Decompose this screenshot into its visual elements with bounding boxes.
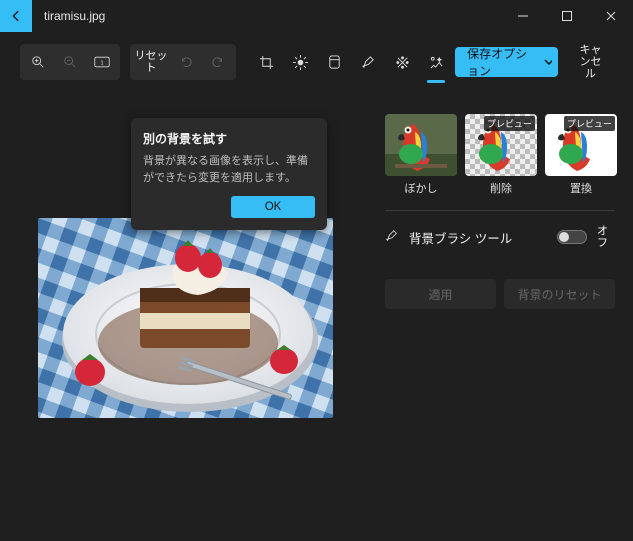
- close-button[interactable]: [589, 0, 633, 32]
- bg-option-blur-label: ぼかし: [405, 180, 438, 196]
- image-preview: [38, 218, 333, 418]
- save-options-label: 保存オプション: [467, 45, 538, 79]
- popup-ok-button[interactable]: OK: [231, 196, 315, 218]
- panel-actions: 適用 背景のリセット: [385, 279, 615, 309]
- back-button[interactable]: [0, 0, 32, 32]
- background-panel: ぼかし プレビュー: [371, 100, 629, 537]
- markup-tool[interactable]: [353, 47, 383, 77]
- fit-button[interactable]: 1: [86, 46, 118, 78]
- info-popup: 別の背景を試す 背景が異なる画像を表示し、準備ができたら変更を適用します。 OK: [131, 118, 327, 230]
- zoom-out-button[interactable]: [54, 46, 86, 78]
- undo-button[interactable]: [170, 46, 202, 78]
- preview-badge: プレビュー: [564, 116, 615, 131]
- file-title: tiramisu.jpg: [44, 9, 105, 23]
- bg-option-replace[interactable]: プレビュー: [545, 114, 617, 176]
- bg-option-remove-label: 削除: [490, 180, 512, 196]
- save-options-button[interactable]: 保存オプション: [455, 47, 558, 77]
- crop-tool[interactable]: [251, 47, 281, 77]
- maximize-button[interactable]: [545, 0, 589, 32]
- apply-button[interactable]: 適用: [385, 279, 496, 309]
- preview-badge: プレビュー: [484, 116, 535, 131]
- reset-button[interactable]: リセット: [132, 46, 170, 78]
- background-tool[interactable]: [421, 47, 451, 77]
- zoom-in-button[interactable]: [22, 46, 54, 78]
- svg-text:1: 1: [100, 60, 103, 66]
- toolbar: 1 リセット 保存オプション キャンセル: [0, 32, 633, 92]
- edit-tools: [251, 47, 451, 77]
- bg-option-replace-label: 置換: [570, 180, 592, 196]
- titlebar: tiramisu.jpg: [0, 0, 633, 32]
- brush-tool-row: 背景ブラシ ツール オフ: [385, 225, 615, 249]
- bg-option-blur[interactable]: [385, 114, 457, 176]
- brush-toggle-state: オフ: [597, 225, 615, 249]
- separator: [385, 210, 615, 211]
- popup-title: 別の背景を試す: [143, 130, 315, 147]
- redo-button[interactable]: [202, 46, 234, 78]
- window-controls: [501, 0, 633, 32]
- background-options: ぼかし プレビュー: [385, 114, 615, 196]
- brush-icon: [385, 229, 399, 246]
- erase-tool[interactable]: [387, 47, 417, 77]
- reset-background-button[interactable]: 背景のリセット: [504, 279, 615, 309]
- adjust-tool[interactable]: [285, 47, 315, 77]
- popup-body: 背景が異なる画像を表示し、準備ができたら変更を適用します。: [143, 153, 315, 186]
- brush-tool-label: 背景ブラシ ツール: [409, 228, 547, 247]
- bg-option-remove[interactable]: プレビュー: [465, 114, 537, 176]
- cancel-button[interactable]: キャンセル: [568, 47, 613, 77]
- minimize-button[interactable]: [501, 0, 545, 32]
- brush-toggle[interactable]: [557, 230, 587, 244]
- filter-tool[interactable]: [319, 47, 349, 77]
- history-group: リセット: [130, 44, 236, 80]
- zoom-group: 1: [20, 44, 120, 80]
- chevron-down-icon: [544, 57, 552, 67]
